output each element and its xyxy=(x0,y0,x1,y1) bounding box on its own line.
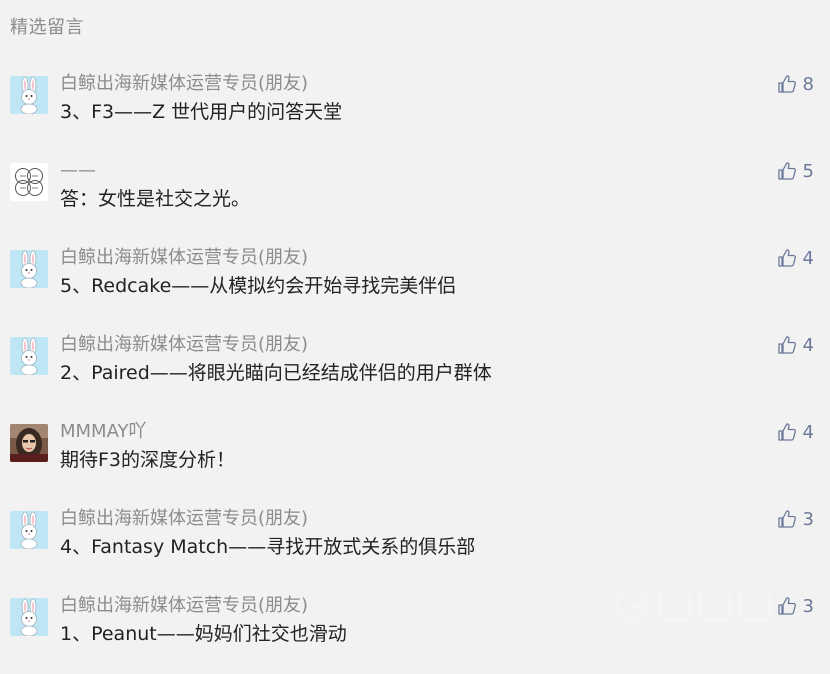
comment-item: 白鲸出海新媒体运营专员(朋友) 1、Peanut——妈妈们社交也滑动 3 xyxy=(0,594,830,674)
nickname: MMMAY吖 xyxy=(60,421,147,442)
like-count: 8 xyxy=(802,73,814,95)
comment-item: MMMAY吖 期待F3的深度分析！ 4 xyxy=(0,420,830,500)
thumbs-up-icon xyxy=(777,510,796,528)
comment-content: 答：女性是社交之光。 xyxy=(60,188,251,210)
thumbs-up-icon xyxy=(777,249,796,267)
thumbs-up-icon xyxy=(777,336,796,354)
nickname: 白鲸出海新媒体运营专员(朋友) xyxy=(60,247,309,268)
bunny-avatar[interactable] xyxy=(10,337,48,375)
comment-item: 白鲸出海新媒体运营专员(朋友) 2、Paired——将眼光瞄向已经结成伴侣的用户… xyxy=(0,333,830,413)
bunny-avatar[interactable] xyxy=(10,511,48,549)
bunny-avatar[interactable] xyxy=(10,598,48,636)
thumbs-up-icon xyxy=(777,423,796,441)
comment-content: 2、Paired——将眼光瞄向已经结成伴侣的用户群体 xyxy=(60,362,492,384)
bunny-avatar[interactable] xyxy=(10,250,48,288)
nickname: 白鲸出海新媒体运营专员(朋友) xyxy=(60,595,309,616)
like-count: 4 xyxy=(802,334,814,356)
like-button[interactable]: 5 xyxy=(777,159,814,183)
like-count: 4 xyxy=(802,421,814,443)
comment-item: 白鲸出海新媒体运营专员(朋友) 5、Redcake——从模拟约会开始寻找完美伴侣… xyxy=(0,246,830,326)
nickname: —— xyxy=(60,160,96,181)
comment-content: 5、Redcake——从模拟约会开始寻找完美伴侣 xyxy=(60,275,457,297)
comment-content: 1、Peanut——妈妈们社交也滑动 xyxy=(60,623,347,645)
thumbs-up-icon xyxy=(777,597,796,615)
comment-item: —— 答：女性是社交之光。 5 xyxy=(0,159,830,239)
comment-list: 白鲸出海新媒体运营专员(朋友) 3、F3——Z 世代用户的问答天堂 8 —— 答… xyxy=(0,0,830,654)
thumbs-up-icon xyxy=(777,162,796,180)
nickname: 白鲸出海新媒体运营专员(朋友) xyxy=(60,334,309,355)
circles-avatar[interactable] xyxy=(10,163,48,201)
comment-content: 期待F3的深度分析！ xyxy=(60,449,236,471)
like-button[interactable]: 8 xyxy=(777,72,814,96)
comment-content: 3、F3——Z 世代用户的问答天堂 xyxy=(60,101,343,123)
comment-content: 4、Fantasy Match——寻找开放式关系的俱乐部 xyxy=(60,536,476,558)
photo-avatar[interactable] xyxy=(10,424,48,462)
comment-item: 白鲸出海新媒体运营专员(朋友) 4、Fantasy Match——寻找开放式关系… xyxy=(0,507,830,587)
like-button[interactable]: 3 xyxy=(777,507,814,531)
like-count: 3 xyxy=(802,595,814,617)
nickname: 白鲸出海新媒体运营专员(朋友) xyxy=(60,73,309,94)
like-count: 3 xyxy=(802,508,814,530)
thumbs-up-icon xyxy=(777,75,796,93)
like-count: 5 xyxy=(802,160,814,182)
bunny-avatar[interactable] xyxy=(10,76,48,114)
like-button[interactable]: 4 xyxy=(777,246,814,270)
like-button[interactable]: 3 xyxy=(777,594,814,618)
nickname: 白鲸出海新媒体运营专员(朋友) xyxy=(60,508,309,529)
comment-item: 白鲸出海新媒体运营专员(朋友) 3、F3——Z 世代用户的问答天堂 8 xyxy=(0,72,830,152)
like-count: 4 xyxy=(802,247,814,269)
like-button[interactable]: 4 xyxy=(777,420,814,444)
like-button[interactable]: 4 xyxy=(777,333,814,357)
